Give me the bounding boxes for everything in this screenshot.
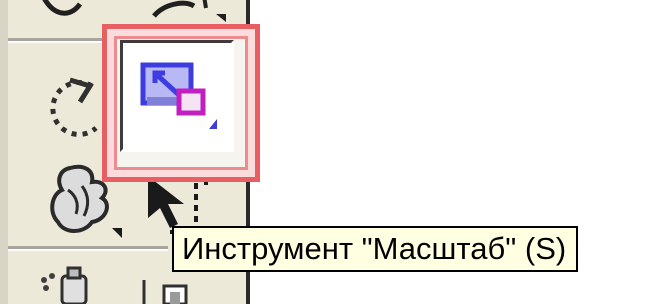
toolbox-left-strip [0,0,8,304]
graph-tool[interactable] [140,276,210,304]
sprayer-icon [41,266,88,304]
tooltip-text: Инструмент "Масштаб" (S) [182,231,567,266]
tool-tooltip: Инструмент "Масштаб" (S) [172,226,579,272]
partial-tool-top[interactable] [34,0,234,26]
scale-icon [140,62,217,129]
symbol-sprayer-tool[interactable] [32,266,112,304]
screenshot-stage: Инструмент "Масштаб" (S) [0,0,651,304]
graph-icon [142,280,188,304]
scale-tool-button[interactable] [120,40,234,152]
toolbox-divider [8,246,168,251]
partial-tool-icon [42,0,226,22]
